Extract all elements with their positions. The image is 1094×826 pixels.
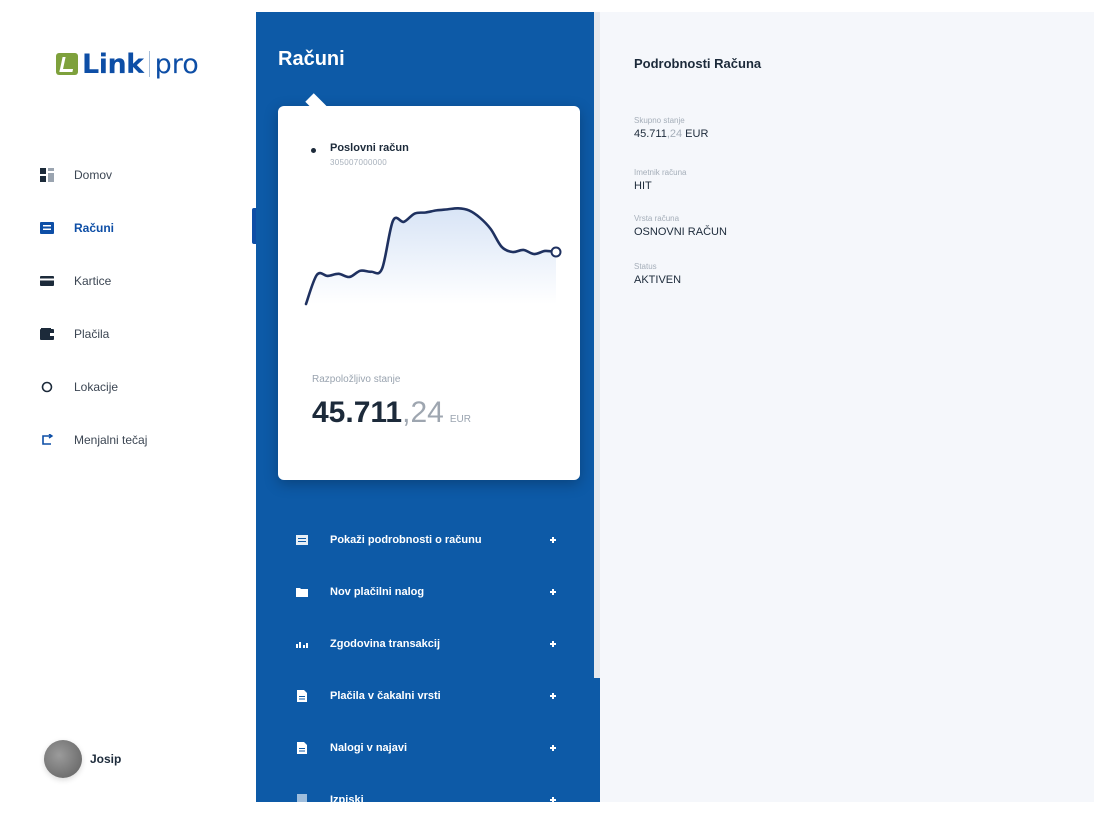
field-value-main: 45.711: [634, 128, 667, 140]
logo[interactable]: Link pro: [56, 44, 199, 84]
account-name: Poslovni račun: [330, 142, 409, 154]
action-label: Izpiski: [330, 794, 364, 806]
exchange-icon: [40, 433, 54, 447]
action-label: Zgodovina transakcij: [330, 638, 441, 650]
accounts-icon: [40, 221, 54, 235]
location-icon: [40, 380, 54, 394]
nav-item-placila[interactable]: Plačila: [0, 307, 256, 360]
field-status: Status AKTIVEN: [634, 262, 681, 286]
card-notch: [305, 93, 331, 119]
balance-amount: 45.711 ,24 EUR: [312, 396, 471, 430]
action-show-details[interactable]: Pokaži podrobnosti o računu: [256, 514, 600, 566]
nav-label-kartice: Kartice: [74, 273, 112, 288]
logo-brand: Link: [82, 48, 144, 80]
field-value: 45.711,24 EUR: [634, 128, 708, 140]
account-card[interactable]: Poslovni račun 305007000000 Razpoložljiv…: [278, 93, 580, 480]
balance-chart: [304, 207, 562, 306]
nav-list: Domov Računi Kartice Plačila Lokacije Me…: [0, 148, 256, 466]
plus-icon[interactable]: [550, 745, 556, 751]
account-details-panel: Podrobnosti Računa Skupno stanje 45.711,…: [600, 12, 1094, 802]
nav-label-lokacije: Lokacije: [74, 379, 119, 394]
nav-item-kartice[interactable]: Kartice: [0, 254, 256, 307]
logo-mark-icon: [56, 53, 78, 75]
nav-item-domov[interactable]: Domov: [0, 148, 256, 201]
field-account-type: Vrsta računa OSNOVNI RAČUN: [634, 214, 727, 238]
plus-icon[interactable]: [550, 693, 556, 699]
history-icon: [296, 638, 308, 650]
wallet-icon: [40, 327, 54, 341]
field-label: Status: [634, 262, 657, 271]
nav-label-placila: Plačila: [74, 326, 110, 341]
document-icon: [296, 690, 308, 702]
nav-label-menjalni-tecaj: Menjalni tečaj: [74, 432, 148, 447]
nav-item-lokacije[interactable]: Lokacije: [0, 360, 256, 413]
nav-label-racuni: Računi: [74, 220, 115, 235]
user-name: Josip: [90, 752, 122, 766]
card-icon: [40, 274, 54, 288]
action-new-payment[interactable]: Nov plačilni nalog: [256, 566, 600, 618]
field-label: Skupno stanje: [634, 116, 685, 125]
plus-icon[interactable]: [550, 589, 556, 595]
field-label: Vrsta računa: [634, 214, 680, 223]
details-title: Podrobnosti Računa: [634, 56, 762, 71]
action-label: Plačila v čakalni vrsti: [330, 690, 441, 702]
balance-integer: 45.711: [312, 396, 403, 429]
document-icon: [296, 742, 308, 754]
dashboard-icon: [40, 167, 54, 182]
action-label: Pokaži podrobnosti o računu: [330, 534, 482, 546]
field-total-balance: Skupno stanje 45.711,24 EUR: [634, 116, 708, 140]
chart-endpoint[interactable]: [550, 246, 562, 258]
action-label: Nov plačilni nalog: [330, 586, 425, 598]
field-account-holder: Imetnik računa HIT: [634, 168, 686, 192]
field-value: OSNOVNI RAČUN: [634, 226, 727, 238]
plus-icon[interactable]: [550, 641, 556, 647]
account-dot: [311, 148, 316, 153]
plus-icon[interactable]: [550, 537, 556, 543]
balance-currency: EUR: [449, 414, 471, 425]
left-nav: Link pro Domov Računi Kartice Plačila Lo…: [0, 0, 256, 802]
list-icon: [296, 534, 308, 546]
action-transaction-history[interactable]: Zgodovina transakcij: [256, 618, 600, 670]
balance-label: Razpoložljivo stanje: [312, 374, 401, 385]
action-statements[interactable]: Izpiski: [256, 774, 600, 826]
avatar[interactable]: [44, 740, 82, 778]
nav-item-menjalni-tecaj[interactable]: Menjalni tečaj: [0, 413, 256, 466]
account-actions: Pokaži podrobnosti o računu Nov plačilni…: [256, 514, 600, 826]
field-value-decimal: ,24: [666, 128, 683, 140]
action-scheduled-orders[interactable]: Nalogi v najavi: [256, 722, 600, 774]
accounts-panel: Računi Poslovni račun 305007000000 Razpo…: [256, 12, 600, 806]
chart-area: [306, 208, 556, 304]
plus-icon[interactable]: [550, 797, 556, 803]
statement-icon: [296, 794, 308, 806]
field-label: Imetnik računa: [634, 168, 687, 177]
logo-suffix: pro: [154, 48, 199, 80]
field-value: HIT: [634, 180, 652, 192]
logo-divider: [148, 51, 150, 77]
field-value: AKTIVEN: [634, 274, 682, 286]
action-label: Nalogi v najavi: [330, 742, 408, 754]
balance-decimal: ,24: [402, 396, 444, 429]
folder-icon: [296, 586, 308, 598]
nav-label-domov: Domov: [74, 167, 113, 182]
field-value-suffix: EUR: [682, 128, 709, 140]
nav-item-racuni[interactable]: Računi: [0, 201, 256, 254]
account-number: 305007000000: [330, 158, 387, 167]
page-title: Računi: [278, 48, 345, 70]
action-queued-payments[interactable]: Plačila v čakalni vrsti: [256, 670, 600, 722]
user-profile[interactable]: Josip: [44, 740, 121, 778]
